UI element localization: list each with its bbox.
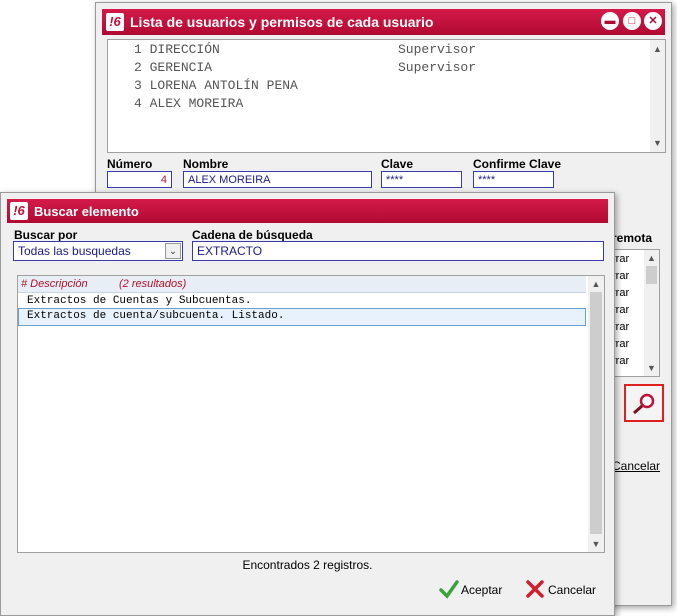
results-header: # Descripción (2 resultados)	[18, 276, 586, 293]
result-item-text: Extractos de cuenta/subcuenta. Listado.	[27, 310, 285, 322]
cross-icon	[526, 580, 544, 598]
cadena-input[interactable]: EXTRACTO	[192, 241, 604, 261]
scroll-down-icon[interactable]: ▼	[644, 361, 659, 375]
scroll-down-icon[interactable]: ▼	[588, 537, 604, 551]
accept-button[interactable]: Aceptar	[439, 579, 509, 601]
search-dialog: !6 Buscar elemento Buscar por Cadena de …	[0, 192, 615, 616]
search-dialog-title: Buscar elemento	[34, 204, 139, 219]
result-item[interactable]: Extractos de Cuentas y Subcuentas.	[27, 295, 251, 307]
user-row[interactable]: 1 DIRECCIÓN	[134, 42, 220, 57]
close-icon[interactable]: ✕	[644, 12, 662, 30]
user-row[interactable]: 4 ALEX MOREIRA	[134, 96, 243, 111]
users-window-title: Lista de usuarios y permisos de cada usu…	[130, 14, 434, 30]
nombre-label: Nombre	[183, 157, 229, 171]
scroll-thumb[interactable]	[590, 292, 602, 534]
result-item-selected[interactable]: Extractos de cuenta/subcuenta. Listado.	[18, 308, 586, 326]
status-text: Encontrados 2 registros.	[242, 558, 373, 572]
buscar-por-select[interactable]: Todas las busquedas ⌄	[13, 241, 183, 261]
app-logo-icon: !6	[106, 13, 124, 31]
user-list[interactable]: 1 DIRECCIÓN Supervisor 2 GERENCIA Superv…	[107, 39, 666, 153]
numero-field[interactable]: 4	[107, 171, 172, 188]
buscar-por-label: Buscar por	[14, 228, 78, 242]
search-button[interactable]	[624, 384, 664, 422]
accept-label: Aceptar	[461, 583, 503, 597]
cancel-button[interactable]: Cancelar	[525, 579, 597, 601]
users-window-titlebar: !6 Lista de usuarios y permisos de cada …	[102, 9, 665, 35]
results-list[interactable]: # Descripción (2 resultados) Extractos d…	[17, 275, 605, 553]
user-role: Supervisor	[398, 60, 477, 75]
user-row[interactable]: 3 LORENA ANTOLÍN PENA	[134, 78, 298, 93]
clave-label: Clave	[381, 157, 414, 171]
user-role: Supervisor	[398, 42, 477, 57]
header-count: (2 resultados)	[119, 278, 187, 290]
numero-label: Número	[107, 157, 153, 171]
scroll-down-icon[interactable]: ▼	[650, 136, 665, 150]
cadena-label: Cadena de búsqueda	[192, 228, 313, 242]
confirme-clave-label: Confirme Clave	[473, 157, 562, 171]
buscar-por-value: Todas las busquedas	[18, 244, 131, 258]
clave-field[interactable]: ****	[381, 171, 462, 188]
search-dialog-titlebar: !6 Buscar elemento	[7, 199, 608, 223]
permissions-scrollbar[interactable]: ▲ ▼	[644, 250, 659, 376]
nombre-field[interactable]: ALEX MOREIRA	[183, 171, 372, 188]
scroll-up-icon[interactable]: ▲	[650, 42, 665, 56]
cancel-label: Cancelar	[548, 583, 597, 597]
maximize-icon[interactable]: □	[623, 12, 641, 30]
confirme-clave-field[interactable]: ****	[473, 171, 554, 188]
user-list-scrollbar[interactable]: ▲ ▼	[650, 40, 665, 152]
scroll-up-icon[interactable]: ▲	[644, 251, 659, 265]
remota-label: remota	[612, 231, 653, 245]
checkmark-icon	[439, 580, 459, 599]
user-row[interactable]: 2 GERENCIA	[134, 60, 212, 75]
cancel-button-bg[interactable]: Cancelar	[612, 459, 660, 473]
chevron-down-icon[interactable]: ⌄	[165, 243, 181, 259]
header-description: # Descripción	[21, 278, 88, 290]
results-scrollbar[interactable]: ▲ ▼	[588, 276, 604, 552]
scroll-up-icon[interactable]: ▲	[588, 277, 604, 291]
app-logo-icon: !6	[10, 202, 28, 220]
scroll-thumb[interactable]	[646, 266, 657, 284]
minimize-icon[interactable]: ▬	[601, 12, 619, 30]
magnifier-icon	[633, 393, 655, 415]
